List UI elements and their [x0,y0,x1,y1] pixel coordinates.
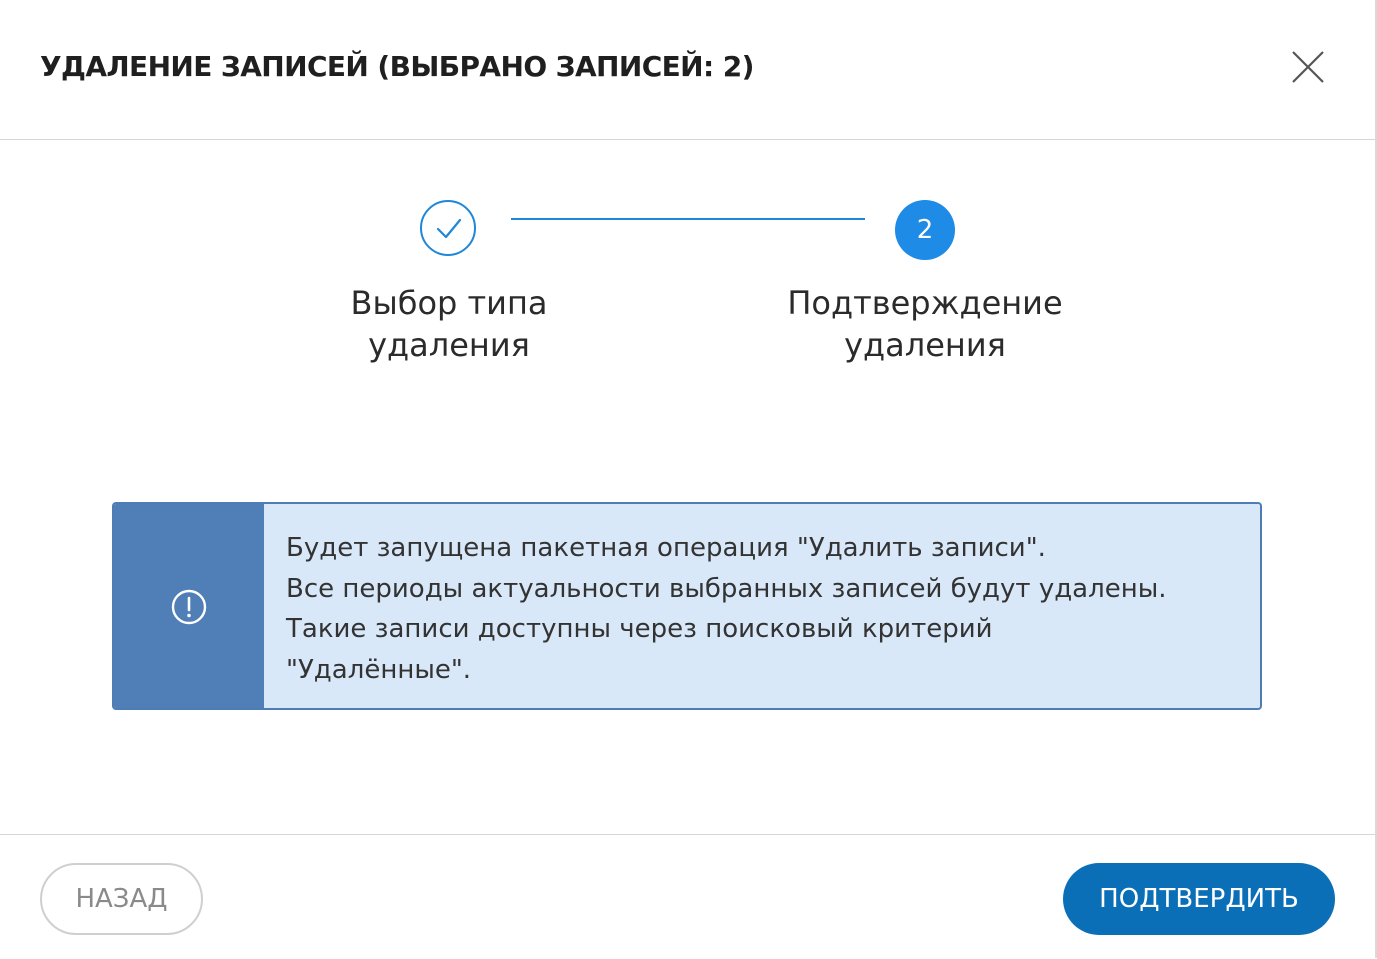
dialog-footer: НАЗАД ПОДТВЕРДИТЬ [0,834,1375,959]
step-connector [511,218,865,220]
dialog-header: УДАЛЕНИЕ ЗАПИСЕЙ (ВЫБРАНО ЗАПИСЕЙ: 2) [0,0,1375,140]
info-notice: Будет запущена пакетная операция "Удалит… [112,502,1262,710]
stepper: Выбор типа удаления 2 Подтверждение удал… [0,139,1375,399]
notice-line: Такие записи доступны через поисковый кр… [286,614,993,644]
notice-line: Все периоды актуальности выбранных запис… [286,573,1167,604]
step-2-label: Подтверждение удаления [787,284,1063,364]
dialog-title: УДАЛЕНИЕ ЗАПИСЕЙ (ВЫБРАНО ЗАПИСЕЙ: 2) [40,50,754,83]
notice-line: Будет запущена пакетная операция "Удалит… [286,533,1046,563]
close-button[interactable] [1289,48,1327,86]
back-button[interactable]: НАЗАД [40,863,203,935]
notice-message: Будет запущена пакетная операция "Удалит… [286,528,1246,690]
step-1-indicator [420,200,476,256]
confirm-button[interactable]: ПОДТВЕРДИТЬ [1063,863,1335,935]
step-1-label: Выбор типа удаления [350,284,548,364]
close-icon [1292,51,1324,83]
checkmark-icon [436,218,462,239]
exclamation-circle-icon [171,589,207,625]
delete-records-dialog: УДАЛЕНИЕ ЗАПИСЕЙ (ВЫБРАНО ЗАПИСЕЙ: 2) Вы… [0,0,1377,958]
notice-line: "Удалённые". [286,654,472,685]
notice-icon-panel [114,504,264,708]
step-2-indicator: 2 [895,200,955,260]
